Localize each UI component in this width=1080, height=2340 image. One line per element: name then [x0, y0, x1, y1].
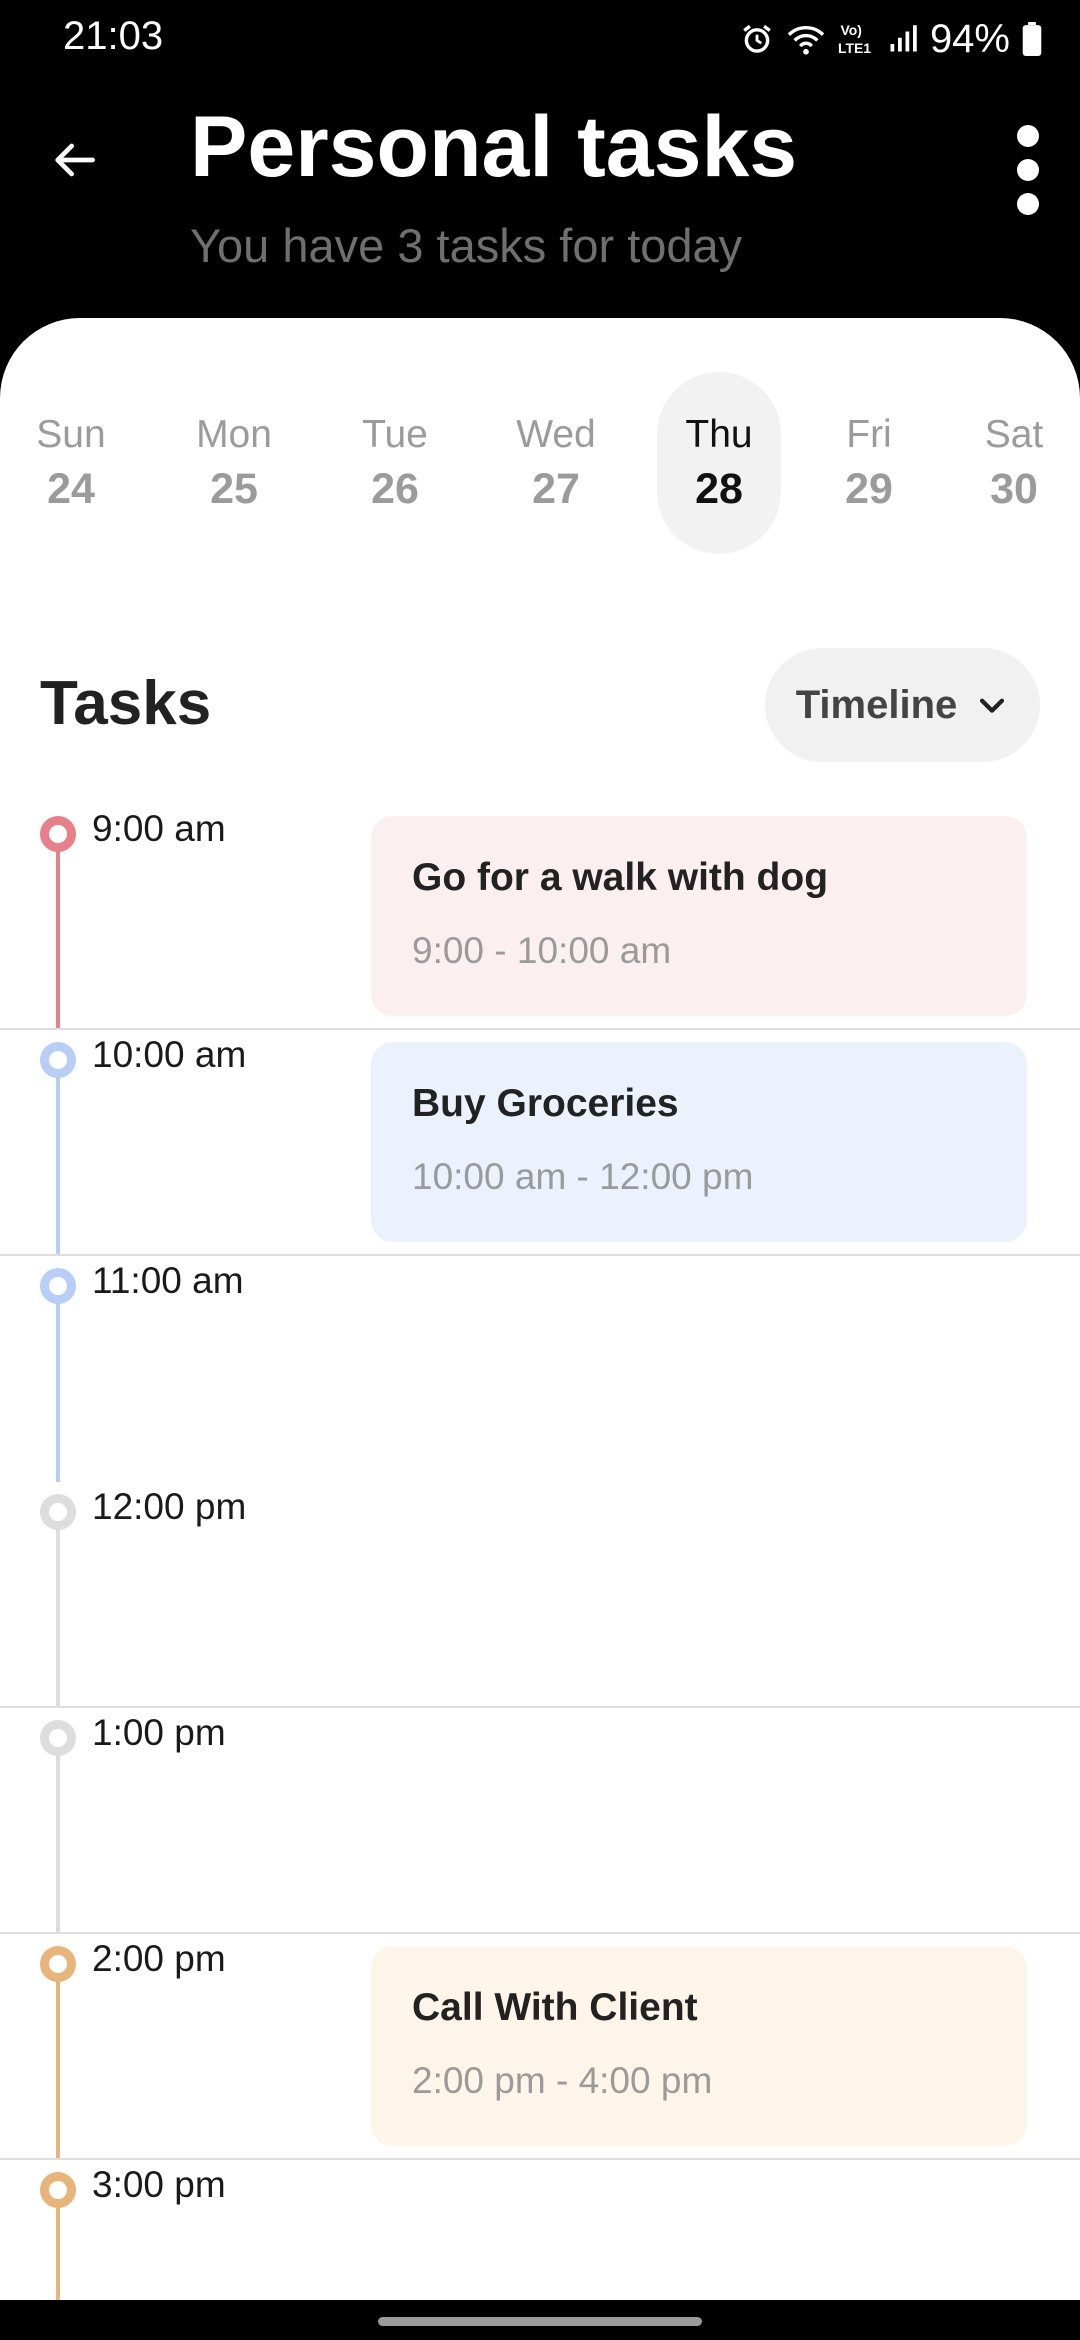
page-subtitle: You have 3 tasks for today [190, 219, 743, 272]
timeline-line [56, 846, 60, 1030]
day-sun[interactable]: Sun 24 [9, 372, 133, 554]
timeline-row: 12:00 pm [0, 1482, 1080, 1708]
timeline-row: 3:00 pm [0, 2160, 1080, 2300]
timeline-row: 2:00 pm Call With Client 2:00 pm - 4:00 … [0, 1934, 1080, 2160]
timeline-dot [40, 1042, 76, 1078]
page-title: Personal tasks [190, 99, 798, 195]
day-name: Fri [846, 413, 892, 457]
volte-icon: Vo) LTE1 [838, 22, 871, 56]
day-number: 27 [532, 464, 580, 513]
system-nav-bar [0, 2300, 1080, 2340]
content-sheet: Sun 24 Mon 25 Tue 26 Wed 27 Thu 28 Fri 2… [0, 318, 1080, 2300]
day-number: 26 [371, 464, 419, 513]
timeline-row: 10:00 am Buy Groceries 10:00 am - 12:00 … [0, 1030, 1080, 1256]
week-selector: Sun 24 Mon 25 Tue 26 Wed 27 Thu 28 Fri 2… [0, 318, 1080, 578]
day-tue[interactable]: Tue 26 [333, 372, 457, 554]
task-time: 2:00 pm - 4:00 pm [412, 2060, 713, 2101]
timeline-dot [40, 2172, 76, 2208]
timeline-row: 1:00 pm [0, 1708, 1080, 1934]
timeline-line [56, 1976, 60, 2160]
day-number: 28 [695, 464, 743, 513]
day-number: 24 [47, 464, 95, 513]
svg-text:LTE1: LTE1 [838, 40, 871, 56]
more-vert-icon [1017, 125, 1039, 215]
time-label: 10:00 am [92, 1034, 247, 1075]
timeline-dot [40, 1268, 76, 1304]
more-options-button[interactable] [1000, 118, 1056, 234]
day-name: Tue [362, 413, 428, 457]
task-card[interactable]: Buy Groceries 10:00 am - 12:00 pm [371, 1042, 1027, 1242]
battery-percent: 94% [929, 16, 1010, 61]
day-wed[interactable]: Wed 27 [494, 372, 618, 554]
day-thu-selected[interactable]: Thu 28 [657, 372, 781, 554]
signal-icon [890, 25, 917, 52]
day-fri[interactable]: Fri 29 [807, 372, 931, 554]
day-name: Wed [516, 413, 596, 457]
view-label: Timeline [795, 682, 958, 727]
timeline-row: 11:00 am [0, 1256, 1080, 1482]
timeline-line [56, 1750, 60, 1934]
task-title: Call With Client [412, 1986, 698, 2029]
day-number: 25 [210, 464, 258, 513]
time-label: 2:00 pm [92, 1938, 226, 1979]
timeline-dot [40, 1946, 76, 1982]
timeline-line [56, 1524, 60, 1708]
day-number: 30 [990, 464, 1038, 513]
app-header: Personal tasks You have 3 tasks for toda… [0, 80, 1080, 320]
time-label: 12:00 pm [92, 1486, 247, 1527]
timeline-dot [40, 1720, 76, 1756]
status-bar: 21:03 Vo) LTE1 94% [0, 0, 1080, 80]
time-label: 9:00 am [92, 808, 226, 849]
time-label: 3:00 pm [92, 2164, 226, 2205]
task-time: 10:00 am - 12:00 pm [412, 1156, 754, 1197]
status-time: 21:03 [63, 14, 164, 58]
timeline-line [56, 2202, 60, 2300]
status-icons: Vo) LTE1 94% [740, 14, 1042, 64]
tasks-heading: Tasks [40, 669, 212, 738]
timeline-line [56, 1298, 60, 1482]
day-name: Sat [984, 413, 1044, 457]
svg-text:Vo): Vo) [840, 22, 861, 38]
timeline-view-dropdown[interactable]: Timeline [765, 648, 1040, 762]
timeline-dot [40, 1494, 76, 1530]
day-name: Sun [36, 413, 106, 457]
timeline-line [56, 1072, 60, 1256]
day-name: Thu [685, 413, 753, 457]
task-card[interactable]: Call With Client 2:00 pm - 4:00 pm [371, 1946, 1027, 2146]
alarm-icon [743, 24, 771, 53]
timeline-row: 9:00 am Go for a walk with dog 9:00 - 10… [0, 804, 1080, 1030]
timeline-dot [40, 816, 76, 852]
time-label: 1:00 pm [92, 1712, 226, 1753]
day-mon[interactable]: Mon 25 [172, 372, 296, 554]
battery-icon [1022, 22, 1042, 56]
time-label: 11:00 am [92, 1260, 244, 1301]
day-number: 29 [845, 464, 893, 513]
day-sat[interactable]: Sat 30 [952, 372, 1076, 554]
task-title: Buy Groceries [412, 1082, 679, 1125]
task-title: Go for a walk with dog [412, 856, 829, 899]
chevron-down-icon [980, 698, 1005, 713]
task-time: 9:00 - 10:00 am [412, 930, 672, 971]
day-name: Mon [196, 413, 272, 457]
timeline: 9:00 am Go for a walk with dog 9:00 - 10… [0, 804, 1080, 2300]
task-card[interactable]: Go for a walk with dog 9:00 - 10:00 am [371, 816, 1027, 1016]
wifi-icon [787, 26, 825, 55]
home-gesture-handle[interactable] [378, 2317, 702, 2326]
back-arrow-icon [55, 143, 95, 177]
back-button[interactable] [46, 132, 102, 188]
